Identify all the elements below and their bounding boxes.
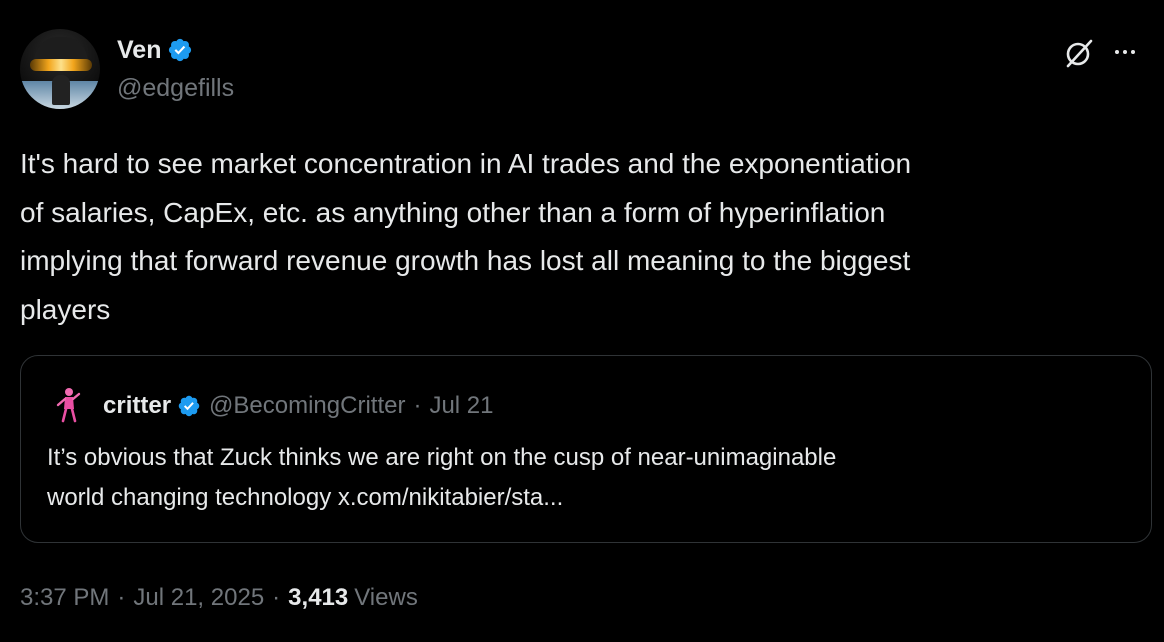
tweet-text-line: implying that forward revenue growth has… [20,245,911,277]
author-handle[interactable]: @edgefills [117,74,234,103]
views-count[interactable]: 3,413 [288,584,348,612]
quoted-tweet-date[interactable]: Jul 21 [429,392,493,420]
tweet-card: Ven @edgefills It's hard to see market c… [0,0,1164,642]
tweet-text-line: It's hard to see market concentration in… [20,148,912,179]
quoted-tweet-header: critter @BecomingCritter · Jul 21 [103,390,494,422]
grok-icon[interactable] [1062,36,1096,70]
author-avatar[interactable] [20,29,100,109]
quoted-tweet[interactable]: critter @BecomingCritter · Jul 21 It’s o… [20,355,1152,543]
tweet-time[interactable]: 3:37 PM [20,584,109,612]
more-dot [1123,50,1127,54]
author-name-row: Ven [117,34,193,66]
avatar-figure-shape [52,75,70,105]
quoted-author-display-name[interactable]: critter [103,392,171,420]
quoted-author-avatar[interactable] [54,387,84,425]
tweet-text-line: players [20,294,111,326]
separator-dot: · [413,392,422,419]
quoted-tweet-text-line: It’s obvious that Zuck thinks we are rig… [47,444,837,471]
avatar-visor-shape [30,59,92,71]
separator-dot: · [117,584,126,611]
tweet-text: It's hard to see market concentration in… [20,140,1160,335]
verified-badge-icon[interactable] [167,37,193,63]
separator-dot: · [272,584,281,611]
tweet-metadata: 3:37 PM · Jul 21, 2025 · 3,413 Views [20,580,418,616]
tweet-text-line: of salaries, CapEx, etc. as anything oth… [20,196,886,228]
more-dot [1115,50,1119,54]
more-options-icon[interactable] [1115,40,1149,64]
views-label[interactable]: Views [354,584,418,612]
author-display-name[interactable]: Ven [117,36,161,65]
quoted-tweet-text: It’s obvious that Zuck thinks we are rig… [47,438,1137,518]
more-dot [1131,50,1135,54]
verified-badge-icon[interactable] [177,394,201,418]
quoted-tweet-text-line: world changing technology x.com/nikitabi… [47,484,564,511]
quoted-author-handle[interactable]: @BecomingCritter [209,392,405,420]
tweet-date[interactable]: Jul 21, 2025 [133,584,264,612]
